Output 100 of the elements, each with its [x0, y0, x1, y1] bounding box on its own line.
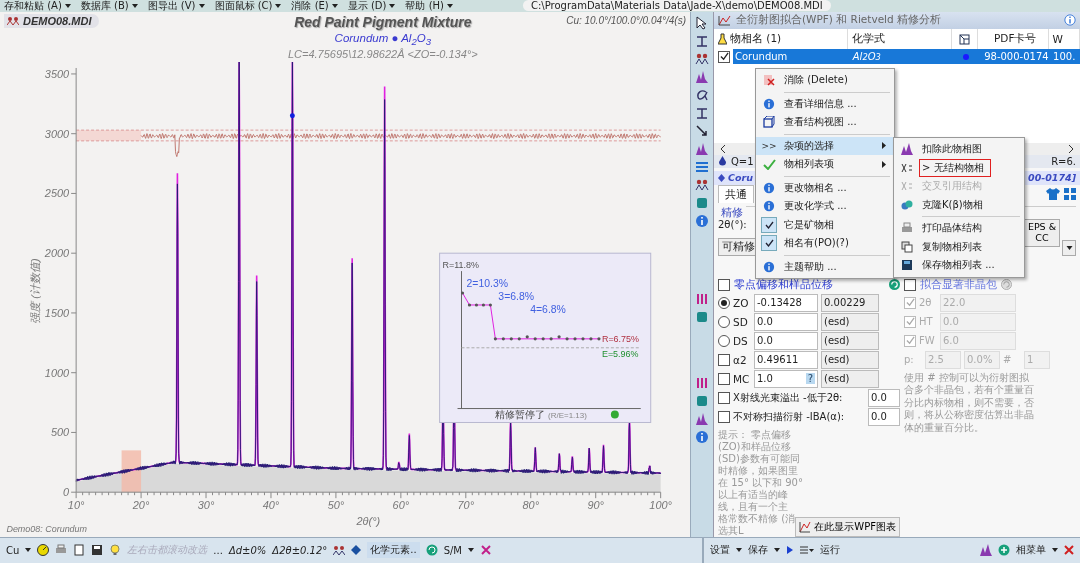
parameter-input[interactable]: 0.0	[754, 331, 818, 350]
checkbox[interactable]	[718, 391, 730, 404]
scroll-left-icon[interactable]	[720, 144, 726, 153]
caret-icon[interactable]	[736, 548, 742, 553]
row-checkbox[interactable]	[718, 50, 730, 63]
list-icon[interactable]	[800, 545, 814, 556]
tab[interactable]: 共通	[718, 185, 754, 204]
text-tool-icon[interactable]	[695, 33, 709, 48]
diamond-icon[interactable]	[351, 545, 362, 556]
peaks-icon[interactable]	[333, 544, 346, 557]
peak-icon[interactable]	[980, 544, 992, 557]
caret-icon[interactable]	[468, 548, 474, 553]
radio-button[interactable]	[718, 315, 730, 328]
run-button[interactable]: 运行	[820, 543, 840, 558]
grid-icon[interactable]	[1064, 188, 1076, 201]
document-tab[interactable]: DEMO08.MDI	[4, 13, 100, 28]
menu-item[interactable]: 数据库 (B)	[80, 0, 138, 12]
caret-icon[interactable]	[198, 3, 205, 8]
menu-item[interactable]: 扣除此物相图	[894, 140, 1024, 159]
radio-button[interactable]	[718, 296, 730, 309]
phase-menu-dropdown[interactable]: 相菜单	[1016, 543, 1046, 558]
menu-item[interactable]: 图面鼠标 (C)	[214, 0, 282, 12]
atoms-icon[interactable]	[695, 51, 709, 66]
save-dropdown[interactable]: 保存	[748, 543, 768, 558]
arrow-icon[interactable]	[695, 123, 709, 138]
info-icon[interactable]	[695, 213, 709, 228]
refresh-icon[interactable]	[425, 544, 438, 557]
gauge-icon[interactable]	[37, 544, 50, 557]
radio-button[interactable]	[718, 334, 730, 347]
elements-button[interactable]: 化学元素..	[367, 542, 420, 559]
angle-input[interactable]: 0.0	[868, 407, 900, 426]
close-icon[interactable]	[480, 544, 492, 557]
menu-item[interactable]: > 无结构物相	[894, 158, 1024, 177]
menu-item[interactable]: 帮助 (H)	[405, 0, 453, 12]
caret-icon[interactable]	[64, 3, 71, 8]
caret-icon[interactable]	[331, 3, 338, 8]
menu-item[interactable]: 它是矿物相	[756, 215, 894, 234]
more-button[interactable]: ...	[213, 544, 223, 556]
caret-icon[interactable]	[389, 3, 396, 8]
menu-item[interactable]: 复制物相列表	[894, 237, 1024, 256]
menu-item[interactable]: 消除 (E)	[291, 0, 338, 12]
show-wpf-chart-button[interactable]: 在此显示WPF图表	[795, 516, 900, 537]
parameter-input[interactable]: 0.49611	[754, 350, 818, 369]
lines-icon[interactable]	[695, 159, 709, 174]
phase-name-cell[interactable]: Corundum	[733, 49, 849, 65]
caret-icon[interactable]	[1052, 548, 1058, 553]
play-icon[interactable]	[786, 545, 794, 556]
menu-item[interactable]: 更改化学式 ...	[756, 197, 894, 216]
save-icon[interactable]	[91, 544, 104, 557]
caret-icon[interactable]	[774, 548, 780, 553]
checkbox[interactable]	[718, 353, 730, 366]
document-icon[interactable]	[73, 544, 86, 557]
refresh-icon[interactable]	[1001, 279, 1012, 291]
info-icon[interactable]	[695, 429, 709, 444]
add-icon[interactable]	[998, 544, 1010, 557]
search-mode-dropdown[interactable]: S/M	[443, 544, 462, 556]
structure-icon[interactable]	[959, 33, 971, 45]
parameter-input[interactable]: -0.13428	[754, 293, 818, 312]
parameter-input[interactable]: 0.0	[754, 312, 818, 331]
lightbulb-icon[interactable]	[109, 544, 122, 557]
menu-item[interactable]: 打印晶体结构	[894, 219, 1024, 238]
menu-item[interactable]: 消除 (Delete)	[756, 71, 894, 90]
menu-item[interactable]: 主题帮助 ...	[756, 257, 894, 276]
menu-item[interactable]: 存和粘贴 (A)	[4, 0, 71, 12]
radiation-dropdown[interactable]: Cu	[6, 544, 20, 556]
bars-icon[interactable]	[695, 291, 709, 306]
atoms-icon[interactable]	[695, 177, 709, 192]
menu-item[interactable]: 显示 (D)	[347, 0, 396, 12]
caret-icon[interactable]	[25, 548, 32, 553]
caret-icon[interactable]	[447, 3, 453, 8]
menu-item[interactable]: 查看结构视图 ...	[756, 113, 894, 132]
menu-item[interactable]: 克隆K(β)物相	[894, 195, 1024, 214]
alpha-icon[interactable]	[695, 87, 709, 102]
submenu-item[interactable]: 物相列表项	[756, 155, 894, 174]
submenu-item[interactable]: >> 杂项的选择	[756, 136, 894, 155]
info-icon[interactable]	[1064, 14, 1076, 27]
menu-item[interactable]: 查看详细信息 ...	[756, 94, 894, 113]
caret-icon[interactable]	[275, 3, 282, 8]
cube-icon[interactable]	[695, 393, 709, 408]
dropdown-button[interactable]	[1062, 239, 1076, 256]
cube-icon[interactable]	[695, 309, 709, 324]
refresh-icon[interactable]	[889, 279, 900, 291]
angle-input[interactable]: 0.0	[868, 388, 900, 407]
checkbox[interactable]	[718, 278, 730, 291]
text-tool-icon[interactable]	[695, 105, 709, 120]
checkbox[interactable]	[718, 372, 730, 385]
menu-item[interactable]: 保存物相列表 ...	[894, 256, 1024, 275]
bars-icon[interactable]	[695, 375, 709, 390]
checkbox[interactable]	[718, 410, 730, 423]
menu-item[interactable]: 更改物相名 ...	[756, 178, 894, 197]
shirt-icon[interactable]	[1046, 188, 1060, 201]
help-button[interactable]: ?	[805, 373, 815, 385]
settings-dropdown[interactable]: 设置	[710, 543, 730, 558]
cube-icon[interactable]	[695, 195, 709, 210]
scroll-right-icon[interactable]	[1068, 144, 1074, 153]
caret-icon[interactable]	[131, 3, 138, 8]
parameter-input[interactable]: 1.0 ?	[754, 369, 818, 388]
menu-item[interactable]: 图导出 (V)	[147, 0, 205, 12]
eps-cc-button[interactable]: EPS & CC	[1024, 218, 1060, 247]
cursor-icon[interactable]	[695, 15, 709, 30]
